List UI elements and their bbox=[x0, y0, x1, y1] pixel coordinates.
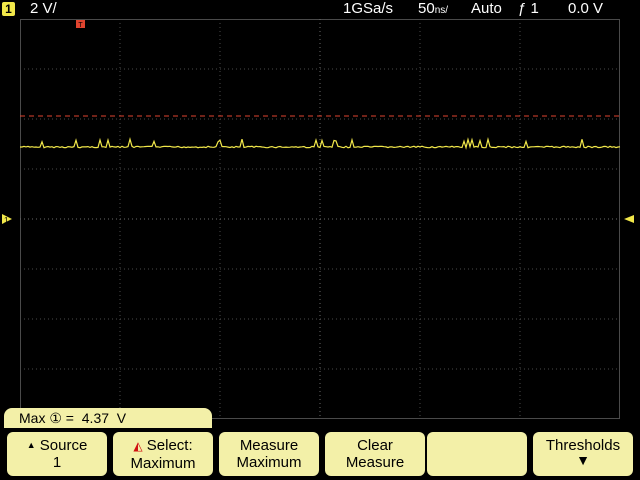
caret-up-icon: ▲ bbox=[26, 440, 36, 450]
measurement-source-icon: ① bbox=[49, 410, 62, 426]
trigger-position-marker: T bbox=[76, 20, 85, 29]
clear-measure-softkey[interactable]: Clear Measure bbox=[325, 432, 425, 476]
blank-softkey[interactable] bbox=[427, 432, 527, 476]
channel-1-level-arrow bbox=[624, 215, 634, 223]
source-softkey-label: Source bbox=[39, 437, 88, 454]
thresholds-softkey[interactable]: Thresholds ▼ bbox=[533, 432, 633, 476]
softkey-bar: ▲ Source 1 ◭ Select: Maximum Measure Max… bbox=[0, 430, 640, 480]
select-softkey[interactable]: ◭ Select: Maximum bbox=[113, 432, 213, 476]
grid-lines bbox=[20, 19, 620, 419]
source-softkey[interactable]: ▲ Source 1 bbox=[7, 432, 107, 476]
measure-softkey-label: Measure bbox=[239, 437, 299, 454]
measure-softkey-value: Maximum bbox=[236, 454, 302, 471]
waveform-display: T 1 bbox=[2, 19, 634, 419]
source-softkey-value: 1 bbox=[52, 454, 62, 471]
select-softkey-value: Maximum bbox=[130, 455, 196, 472]
entry-knob-icon: ◭ bbox=[133, 439, 143, 453]
svg-text:1: 1 bbox=[4, 216, 9, 225]
svg-text:T: T bbox=[78, 22, 83, 29]
measurement-unit: V bbox=[116, 410, 127, 426]
measurement-value: 4.37 bbox=[81, 410, 110, 426]
clear-softkey-value: Measure bbox=[345, 454, 405, 471]
select-softkey-label: Select: bbox=[146, 437, 193, 454]
submenu-down-arrow-icon: ▼ bbox=[576, 452, 590, 468]
clear-softkey-label: Clear bbox=[357, 437, 393, 454]
measure-maximum-softkey[interactable]: Measure Maximum bbox=[219, 432, 319, 476]
channel-1-ground-marker: 1 bbox=[2, 214, 12, 225]
measurement-label: Max bbox=[19, 410, 46, 426]
measurement-equals: = bbox=[65, 410, 74, 426]
measurement-readout: Max ① = 4.37 V bbox=[4, 408, 212, 428]
